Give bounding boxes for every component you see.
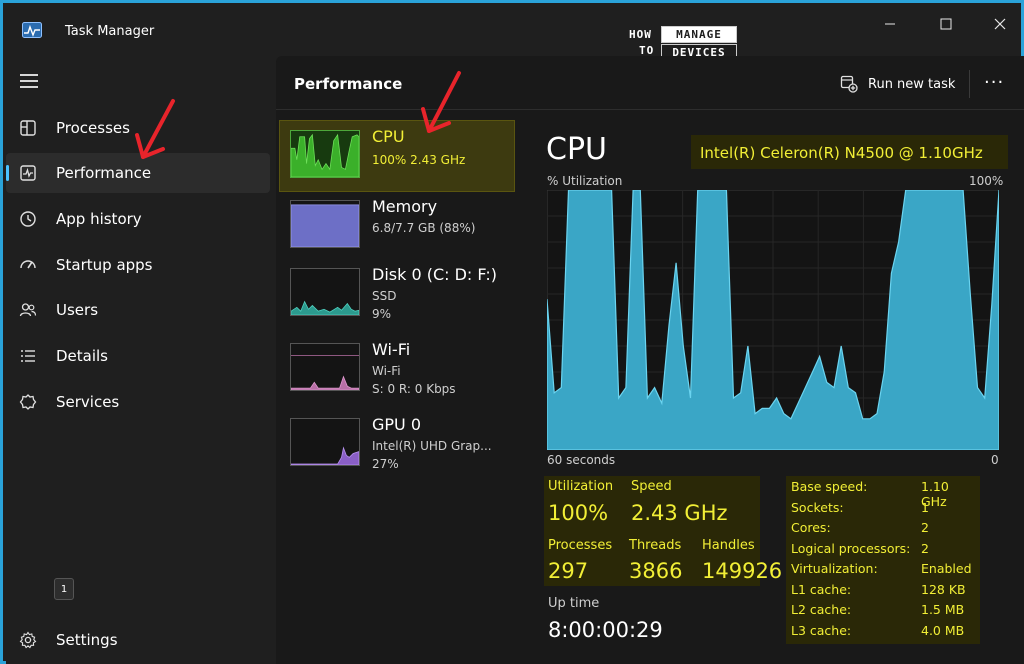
graph-time-span-label: 60 seconds xyxy=(547,453,616,467)
sidebar-item-label: Services xyxy=(56,393,120,411)
utilization-value: 100% xyxy=(548,501,609,525)
sidebar-item-app-history[interactable]: App history xyxy=(6,199,270,239)
cpu-heading: CPU xyxy=(546,132,607,167)
more-options-icon[interactable]: ··· xyxy=(984,72,1004,93)
sidebar-item-label: Users xyxy=(56,301,99,319)
utilization-label: Utilization xyxy=(548,479,614,494)
maximize-button[interactable] xyxy=(924,12,968,36)
resource-item-gpu[interactable]: GPU 0 Intel(R) UHD Grap... 27% xyxy=(280,409,514,479)
threads-value: 3866 xyxy=(629,559,683,583)
resource-item-wifi[interactable]: Wi-Fi Wi-Fi S: 0 R: 0 Kbps xyxy=(280,334,514,404)
spec-row-base-speed: Base speed: 1.10 GHz xyxy=(791,479,949,509)
resource-item-cpu[interactable]: CPU 100% 2.43 GHz xyxy=(279,120,515,192)
startup-apps-icon xyxy=(18,255,38,275)
minimize-button[interactable] xyxy=(868,12,912,36)
handles-label: Handles xyxy=(702,538,755,553)
resource-detail: Wi-Fi xyxy=(372,364,401,378)
uptime-value: 8:00:00:29 xyxy=(548,618,663,642)
settings-gear-icon xyxy=(18,630,38,650)
users-icon xyxy=(18,300,38,320)
cpu-model-name: Intel(R) Celeron(R) N4500 @ 1.10GHz xyxy=(700,144,983,162)
run-new-task-label: Run new task xyxy=(868,76,956,92)
sidebar-item-label: Startup apps xyxy=(56,256,153,274)
spec-row-virtualization: Virtualization: Enabled xyxy=(791,561,972,576)
processes-value: 297 xyxy=(548,559,589,583)
resource-item-memory[interactable]: Memory 6.8/7.7 GB (88%) xyxy=(280,191,514,261)
sidebar-item-settings[interactable]: Settings xyxy=(6,620,270,660)
resource-detail: 100% 2.43 GHz xyxy=(372,153,466,167)
logo-manage-text: MANAGE xyxy=(661,26,737,43)
main-panel: Performance Run new task ··· CPU 100% 2.… xyxy=(276,56,1024,664)
resource-detail-secondary: 9% xyxy=(372,307,392,321)
gpu-thumbnail-graph xyxy=(290,418,360,466)
run-new-task-button[interactable]: Run new task xyxy=(840,72,955,96)
run-new-task-icon xyxy=(840,75,858,93)
cpu-utilization-graph xyxy=(547,190,999,450)
sidebar-item-label: Details xyxy=(56,347,109,365)
sidebar-item-startup-apps[interactable]: Startup apps xyxy=(6,245,270,285)
cpu-thumbnail-graph xyxy=(290,130,360,178)
maximize-icon xyxy=(940,18,952,30)
resource-detail-secondary: S: 0 R: 0 Kbps xyxy=(372,382,456,396)
speed-value: 2.43 GHz xyxy=(631,501,728,525)
hamburger-menu-icon[interactable] xyxy=(20,74,38,88)
threads-label: Threads xyxy=(629,538,682,553)
disk-thumbnail-graph xyxy=(290,268,360,316)
resource-name: GPU 0 xyxy=(372,415,422,434)
sidebar-item-label: Processes xyxy=(56,119,130,137)
utilization-max-label: 100% xyxy=(969,174,1004,188)
active-indicator xyxy=(6,165,9,181)
task-manager-app-icon xyxy=(22,22,42,38)
resource-item-disk[interactable]: Disk 0 (C: D: F:) SSD 9% xyxy=(280,259,514,329)
processes-icon xyxy=(18,118,38,138)
utilization-axis-label: % Utilization xyxy=(547,174,623,188)
window-title: Task Manager xyxy=(65,24,155,39)
handles-value: 149926 xyxy=(702,559,783,583)
services-icon xyxy=(18,392,38,412)
sidebar-item-details[interactable]: Details xyxy=(6,336,270,376)
sidebar-item-label: Settings xyxy=(56,631,118,649)
spec-row-cores: Cores: 2 xyxy=(791,520,929,535)
spec-row-l1-cache: L1 cache: 128 KB xyxy=(791,582,966,597)
resource-detail: SSD xyxy=(372,289,397,303)
graph-time-end-label: 0 xyxy=(991,453,999,467)
minimize-icon xyxy=(885,23,895,25)
memory-thumbnail-graph xyxy=(290,200,360,248)
title-bar: Task Manager xyxy=(6,6,1024,56)
app-history-icon xyxy=(18,209,38,229)
details-icon xyxy=(18,346,38,366)
annotation-arrow-performance xyxy=(135,99,175,159)
resource-detail: Intel(R) UHD Grap... xyxy=(372,439,492,453)
close-button[interactable] xyxy=(978,12,1022,36)
performance-icon xyxy=(18,163,38,183)
resource-name: Memory xyxy=(372,197,438,216)
resource-name: Wi-Fi xyxy=(372,340,411,359)
speed-label: Speed xyxy=(631,479,672,494)
resource-detail-secondary: 27% xyxy=(372,457,399,471)
sidebar-item-label: App history xyxy=(56,210,142,228)
sidebar-item-services[interactable]: Services xyxy=(6,382,270,422)
uptime-label: Up time xyxy=(548,596,600,611)
sidebar-item-users[interactable]: Users xyxy=(6,290,270,330)
processes-label: Processes xyxy=(548,538,613,553)
resource-name: CPU xyxy=(372,127,405,146)
page-title: Performance xyxy=(294,75,403,93)
resource-name: Disk 0 (C: D: F:) xyxy=(372,265,497,284)
logo-how-text: HOW xyxy=(629,28,652,41)
close-icon xyxy=(994,18,1006,30)
notification-badge[interactable]: 1 xyxy=(54,578,74,600)
header-divider xyxy=(969,70,970,98)
resource-detail: 6.8/7.7 GB (88%) xyxy=(372,221,476,235)
spec-row-sockets: Sockets: 1 xyxy=(791,500,929,515)
annotation-arrow-cpu xyxy=(421,71,461,133)
spec-row-l3-cache: L3 cache: 4.0 MB xyxy=(791,623,965,638)
wifi-thumbnail-graph xyxy=(290,343,360,391)
spec-row-logical-processors: Logical processors: 2 xyxy=(791,541,929,556)
window-frame: Task Manager HOW TO MANAGE DEVICES Proce… xyxy=(0,0,1024,664)
main-header: Performance Run new task ··· xyxy=(276,56,1024,110)
spec-row-l2-cache: L2 cache: 1.5 MB xyxy=(791,602,965,617)
